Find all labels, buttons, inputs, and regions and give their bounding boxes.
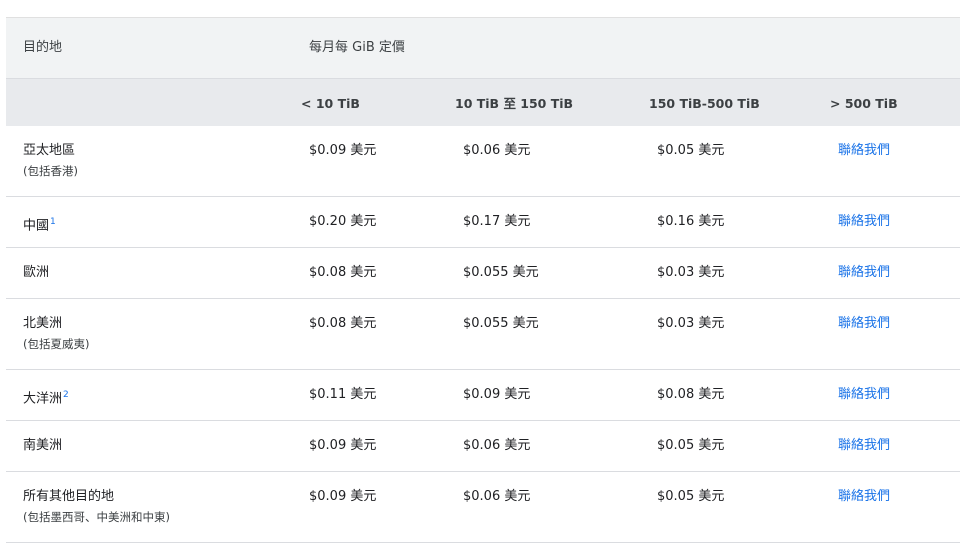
region-note: (包括墨西哥、中美洲和中東) <box>23 510 170 524</box>
table-row: 所有其他目的地 (包括墨西哥、中美洲和中東) $0.09 美元 $0.06 美元 … <box>6 472 960 543</box>
region-name: 南美洲 <box>23 438 63 453</box>
table-row: 大洋洲2 $0.11 美元 $0.09 美元 $0.08 美元 聯絡我們 <box>6 370 960 421</box>
price-tier-1: $0.09 美元 <box>309 438 377 453</box>
footnote-link[interactable]: 2 <box>63 390 69 400</box>
pricing-header: 每月每 GiB 定價 <box>309 40 405 55</box>
pricing-table: 目的地 每月每 GiB 定價 < 10 TiB 10 TiB 至 150 TiB… <box>6 17 960 543</box>
price-tier-1: $0.11 美元 <box>309 387 377 402</box>
price-tier-3: $0.16 美元 <box>657 214 725 229</box>
region-note: (包括香港) <box>23 164 78 178</box>
contact-us-link[interactable]: 聯絡我們 <box>838 386 890 404</box>
footnote-link[interactable]: 1 <box>50 217 56 227</box>
region-cell: 大洋洲2 <box>23 386 69 408</box>
price-tier-2: $0.06 美元 <box>463 489 531 504</box>
price-tier-3: $0.08 美元 <box>657 387 725 402</box>
price-tier-1: $0.09 美元 <box>309 143 377 158</box>
price-tier-3: $0.05 美元 <box>657 143 725 158</box>
contact-us-link[interactable]: 聯絡我們 <box>838 213 890 231</box>
region-name: 歐洲 <box>23 265 50 280</box>
contact-us-link[interactable]: 聯絡我們 <box>838 488 890 506</box>
price-tier-1: $0.20 美元 <box>309 214 377 229</box>
price-tier-1: $0.08 美元 <box>309 316 377 331</box>
price-tier-3: $0.05 美元 <box>657 438 725 453</box>
price-tier-2: $0.055 美元 <box>463 316 539 331</box>
region-cell: 北美洲 (包括夏威夷) <box>23 315 89 353</box>
table-header-row: 目的地 每月每 GiB 定價 <box>6 17 960 78</box>
table-row: 歐洲 $0.08 美元 $0.055 美元 $0.03 美元 聯絡我們 <box>6 248 960 299</box>
region-cell: 所有其他目的地 (包括墨西哥、中美洲和中東) <box>23 488 170 526</box>
table-row: 亞太地區 (包括香港) $0.09 美元 $0.06 美元 $0.05 美元 聯絡… <box>6 126 960 197</box>
region-note: (包括夏威夷) <box>23 337 90 351</box>
contact-us-link[interactable]: 聯絡我們 <box>838 264 890 282</box>
tier-header-3: 150 TiB-500 TiB <box>649 96 760 111</box>
table-row: 南美洲 $0.09 美元 $0.06 美元 $0.05 美元 聯絡我們 <box>6 421 960 472</box>
price-tier-2: $0.17 美元 <box>463 214 531 229</box>
region-cell: 中國1 <box>23 213 56 235</box>
tier-header-4: > 500 TiB <box>830 96 898 111</box>
contact-us-link[interactable]: 聯絡我們 <box>838 142 890 160</box>
price-tier-1: $0.08 美元 <box>309 265 377 280</box>
region-name: 所有其他目的地 <box>23 489 115 504</box>
region-name: 北美洲 <box>23 316 63 331</box>
contact-us-link[interactable]: 聯絡我們 <box>838 315 890 333</box>
tier-header-1: < 10 TiB <box>301 96 360 111</box>
price-tier-3: $0.03 美元 <box>657 265 725 280</box>
price-tier-2: $0.055 美元 <box>463 265 539 280</box>
price-tier-1: $0.09 美元 <box>309 489 377 504</box>
destination-header: 目的地 <box>23 40 63 55</box>
region-cell: 亞太地區 (包括香港) <box>23 142 78 180</box>
region-name: 大洋洲 <box>23 391 63 407</box>
region-name: 亞太地區 <box>23 143 76 158</box>
tier-header-row: < 10 TiB 10 TiB 至 150 TiB 150 TiB-500 Ti… <box>6 78 960 126</box>
tier-header-2: 10 TiB 至 150 TiB <box>455 96 574 111</box>
price-tier-3: $0.05 美元 <box>657 489 725 504</box>
table-row: 中國1 $0.20 美元 $0.17 美元 $0.16 美元 聯絡我們 <box>6 197 960 248</box>
table-row: 北美洲 (包括夏威夷) $0.08 美元 $0.055 美元 $0.03 美元 聯… <box>6 299 960 370</box>
price-tier-2: $0.06 美元 <box>463 438 531 453</box>
price-tier-2: $0.06 美元 <box>463 143 531 158</box>
price-tier-2: $0.09 美元 <box>463 387 531 402</box>
region-name: 中國 <box>23 218 50 234</box>
price-tier-3: $0.03 美元 <box>657 316 725 331</box>
contact-us-link[interactable]: 聯絡我們 <box>838 437 890 455</box>
